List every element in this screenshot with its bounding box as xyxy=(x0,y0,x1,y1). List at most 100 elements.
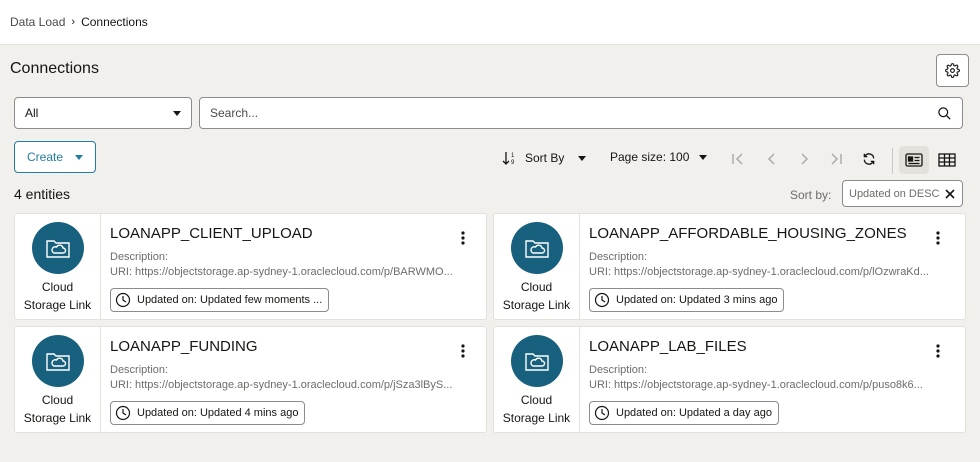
connection-card[interactable]: Cloud Storage Link LOANAPP_AFFORDABLE_HO… xyxy=(493,213,966,320)
sort-by-label: Sort By xyxy=(525,151,565,165)
card-description: Description: xyxy=(589,364,648,376)
sort-by-caption: Sort by: xyxy=(790,188,832,202)
card-updated-label: Updated on: Updated 4 mins ago xyxy=(137,407,299,419)
card-more-button[interactable] xyxy=(458,229,468,247)
card-updated-badge: Updated on: Updated a day ago xyxy=(589,401,779,425)
card-type-label: Cloud Storage Link xyxy=(503,391,570,427)
card-name[interactable]: LOANAPP_CLIENT_UPLOAD xyxy=(110,225,313,242)
refresh-icon[interactable] xyxy=(862,152,876,166)
kebab-icon xyxy=(461,344,465,358)
card-type-badge xyxy=(31,335,84,387)
card-type: Cloud Storage Link xyxy=(15,214,101,319)
clock-icon xyxy=(115,405,131,421)
connection-card[interactable]: Cloud Storage Link LOANAPP_CLIENT_UPLOAD… xyxy=(14,213,487,320)
sort-icon: 1 9 xyxy=(502,152,515,166)
card-type-label-line2: Storage Link xyxy=(502,298,571,312)
card-more-button[interactable] xyxy=(933,229,943,247)
kebab-icon xyxy=(936,231,940,245)
card-type-badge xyxy=(510,335,563,387)
sort-chip: Updated on DESC xyxy=(842,180,963,207)
card-more-button[interactable] xyxy=(933,342,943,360)
gear-icon xyxy=(945,63,960,78)
card-type-label: Cloud Storage Link xyxy=(24,278,91,314)
card-type-label-line1: Cloud xyxy=(520,280,553,294)
table-view-toggle[interactable] xyxy=(932,146,962,174)
page-size-dropdown[interactable]: Page size: 100 xyxy=(610,150,708,164)
card-updated-label: Updated on: Updated 3 mins ago xyxy=(616,294,778,306)
search-icon[interactable] xyxy=(937,106,952,121)
card-uri: URI: https://objectstorage.ap-sydney-1.o… xyxy=(589,379,923,391)
card-type-badge xyxy=(31,222,84,274)
create-button-label: Create xyxy=(27,150,64,164)
toolbar-divider xyxy=(892,148,893,174)
card-updated-badge: Updated on: Updated 3 mins ago xyxy=(589,288,785,312)
cloud-folder-icon xyxy=(45,240,70,258)
chevron-down-icon xyxy=(75,154,84,160)
card-type-label-line2: Storage Link xyxy=(23,298,92,312)
card-updated-badge: Updated on: Updated 4 mins ago xyxy=(110,401,306,425)
card-type-label-line2: Storage Link xyxy=(23,411,92,425)
last-page-icon[interactable] xyxy=(829,152,843,166)
card-type-label: Cloud Storage Link xyxy=(503,278,570,314)
next-page-icon[interactable] xyxy=(797,152,811,166)
breadcrumb: Data Load › Connections xyxy=(0,0,980,45)
card-type-label-line1: Cloud xyxy=(41,280,74,294)
scope-select-value: All xyxy=(25,106,39,120)
cloud-folder-icon xyxy=(524,353,549,371)
card-type-label-line1: Cloud xyxy=(41,393,74,407)
page-size-label: Page size: 100 xyxy=(610,150,690,164)
breadcrumb-separator: › xyxy=(71,16,76,28)
connection-card[interactable]: Cloud Storage Link LOANAPP_FUNDING Descr… xyxy=(14,326,487,433)
breadcrumb-data-load[interactable]: Data Load xyxy=(10,15,65,29)
card-view-toggle[interactable] xyxy=(899,146,929,174)
settings-button[interactable] xyxy=(936,54,969,87)
card-description: Description: xyxy=(589,251,648,263)
card-updated-label: Updated on: Updated few moments ... xyxy=(137,294,323,306)
card-type-label-line2: Storage Link xyxy=(502,411,571,425)
card-description: Description: xyxy=(110,364,169,376)
kebab-icon xyxy=(461,231,465,245)
card-type: Cloud Storage Link xyxy=(494,214,580,319)
svg-text:1: 1 xyxy=(511,153,515,159)
chevron-down-icon xyxy=(578,155,587,161)
connection-card[interactable]: Cloud Storage Link LOANAPP_LAB_FILES Des… xyxy=(493,326,966,433)
breadcrumb-current: Connections xyxy=(81,15,148,29)
card-more-button[interactable] xyxy=(458,342,468,360)
card-name[interactable]: LOANAPP_LAB_FILES xyxy=(589,338,747,355)
search-input[interactable] xyxy=(210,106,937,120)
card-updated-badge: Updated on: Updated few moments ... xyxy=(110,288,330,312)
cloud-folder-icon xyxy=(45,353,70,371)
chevron-down-icon xyxy=(173,110,181,116)
cloud-folder-icon xyxy=(524,240,549,258)
card-name[interactable]: LOANAPP_AFFORDABLE_HOUSING_ZONES xyxy=(589,225,907,242)
close-icon xyxy=(945,188,955,199)
first-page-icon[interactable] xyxy=(731,152,745,166)
clock-icon xyxy=(115,292,131,308)
card-uri: URI: https://objectstorage.ap-sydney-1.o… xyxy=(589,266,929,278)
scope-select[interactable]: All xyxy=(14,97,192,129)
card-updated-label: Updated on: Updated a day ago xyxy=(616,407,772,419)
page-title: Connections xyxy=(10,60,99,77)
card-type: Cloud Storage Link xyxy=(494,327,580,432)
clock-icon xyxy=(594,405,610,421)
svg-text:9: 9 xyxy=(511,160,515,166)
create-button[interactable]: Create xyxy=(14,141,96,173)
kebab-icon xyxy=(936,344,940,358)
card-type-badge xyxy=(510,222,563,274)
prev-page-icon[interactable] xyxy=(765,152,779,166)
card-uri: URI: https://objectstorage.ap-sydney-1.o… xyxy=(110,379,453,391)
card-name[interactable]: LOANAPP_FUNDING xyxy=(110,338,258,355)
card-type: Cloud Storage Link xyxy=(15,327,101,432)
card-uri: URI: https://objectstorage.ap-sydney-1.o… xyxy=(110,266,453,278)
clock-icon xyxy=(594,292,610,308)
table-view-icon xyxy=(938,153,956,167)
card-description: Description: xyxy=(110,251,169,263)
chevron-down-icon xyxy=(699,154,708,160)
entities-count: 4 entities xyxy=(14,186,71,202)
card-view-icon xyxy=(905,153,923,167)
search-box xyxy=(199,97,963,129)
card-type-label: Cloud Storage Link xyxy=(24,391,91,427)
card-type-label-line1: Cloud xyxy=(520,393,553,407)
sort-by-dropdown[interactable]: 1 9 Sort By xyxy=(501,150,587,166)
clear-sort-button[interactable] xyxy=(944,188,956,200)
